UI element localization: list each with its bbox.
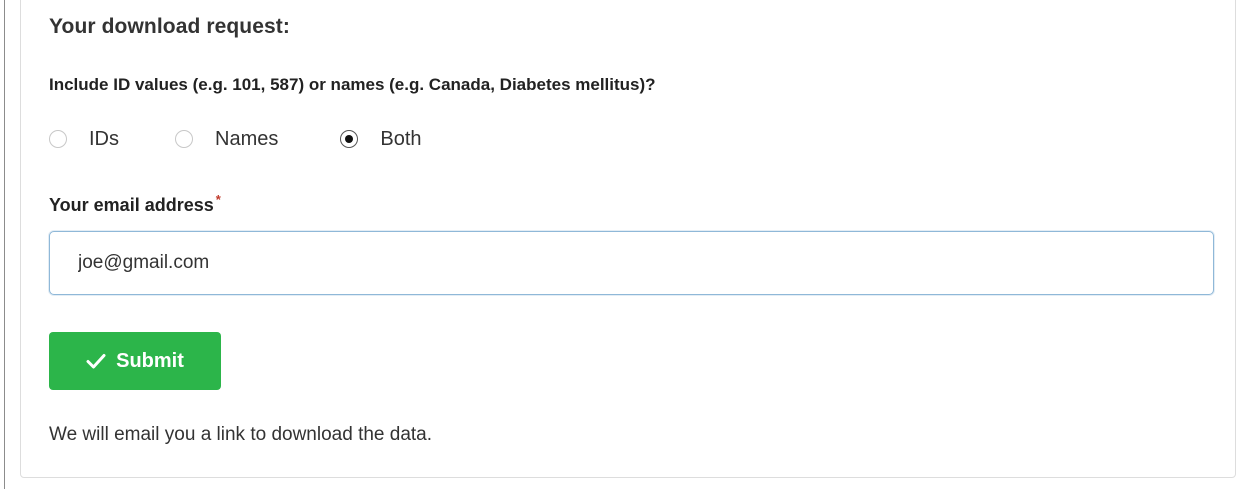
radio-option-names[interactable]: Names	[175, 128, 278, 151]
footer-note: We will email you a link to download the…	[49, 424, 433, 445]
required-marker: *	[215, 192, 221, 207]
radio-ids-label: IDs	[89, 127, 119, 150]
email-field[interactable]	[49, 231, 1214, 295]
radio-names[interactable]	[175, 130, 193, 148]
check-icon	[86, 353, 106, 369]
radio-names-label: Names	[215, 127, 279, 150]
radio-option-both[interactable]: Both	[340, 127, 422, 151]
radio-option-ids[interactable]: IDs	[49, 128, 119, 151]
radio-both[interactable]	[340, 130, 359, 148]
submit-button[interactable]: Submit	[49, 332, 221, 390]
email-field-label: Your email address *	[49, 192, 221, 216]
page-left-border	[4, 0, 5, 489]
email-label-text: Your email address	[49, 195, 214, 215]
submit-label: Submit	[116, 349, 184, 372]
download-request-panel: Your download request: Include ID values…	[20, 0, 1236, 478]
radio-both-label: Both	[380, 127, 422, 150]
radio-ids[interactable]	[49, 130, 67, 148]
format-question: Include ID values (e.g. 101, 587) or nam…	[49, 75, 656, 94]
format-radio-group: IDs Names Both	[49, 125, 422, 153]
panel-heading: Your download request:	[49, 15, 290, 38]
